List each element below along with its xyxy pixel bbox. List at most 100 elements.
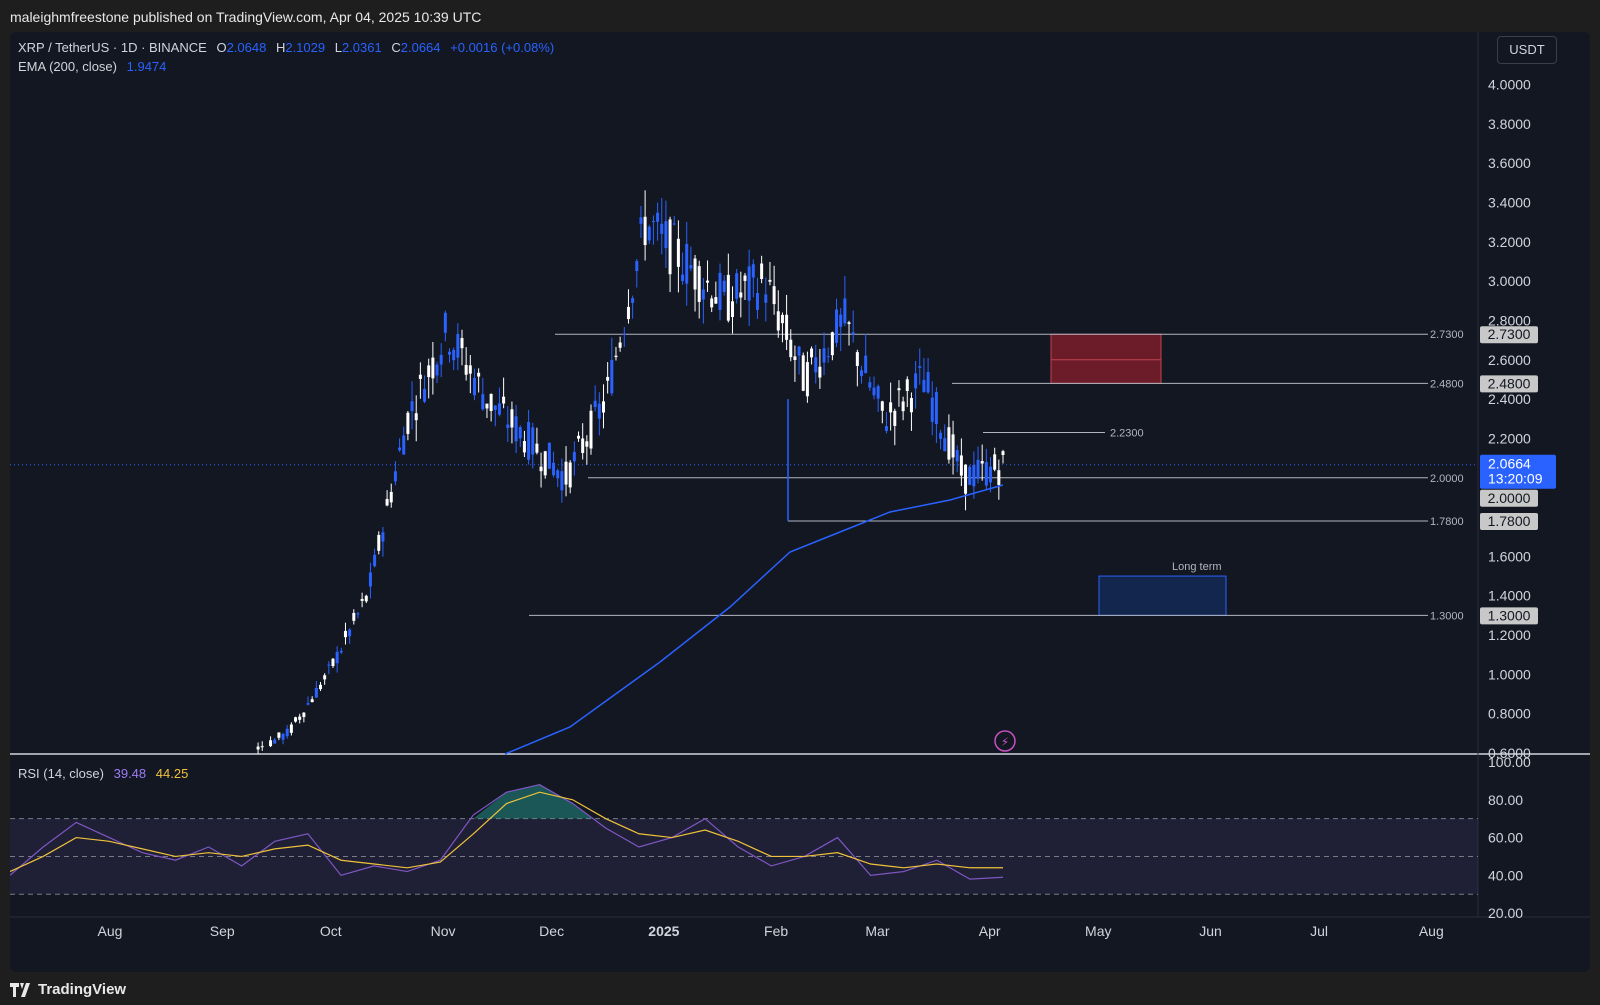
tradingview-logo[interactable]: TradingView bbox=[10, 978, 126, 1002]
rsi-overbought-fill bbox=[473, 784, 593, 819]
candle-body bbox=[418, 374, 422, 379]
candle-body bbox=[423, 388, 427, 402]
candle-body bbox=[718, 272, 722, 310]
time-axis-tick: Mar bbox=[865, 923, 889, 939]
ema-legend: EMA (200, close) 1.9474 bbox=[18, 59, 172, 74]
level-tag: 2.4800 bbox=[1488, 375, 1531, 391]
candle-body bbox=[876, 386, 880, 399]
candle-body bbox=[785, 314, 789, 340]
candle-body bbox=[651, 220, 655, 223]
candle-body bbox=[843, 298, 847, 324]
level-label: 1.7800 bbox=[1430, 516, 1464, 528]
candle-body bbox=[343, 630, 347, 638]
candle-body bbox=[689, 265, 693, 269]
candle-body bbox=[839, 314, 843, 327]
candle-body bbox=[552, 462, 556, 476]
level-tag: 2.7300 bbox=[1488, 326, 1531, 342]
candle-body bbox=[855, 352, 859, 366]
candle-body bbox=[972, 464, 976, 487]
time-axis-tick: Jul bbox=[1310, 923, 1328, 939]
chart-frame[interactable]: 4.0000 3.8000 3.6000 3.4000 3.2000 3.0000 2.80… bbox=[10, 32, 1590, 972]
rsi-axis-tick: 40.00 bbox=[1488, 867, 1523, 883]
candle-body bbox=[477, 372, 481, 377]
level-tag: 2.0000 bbox=[1488, 490, 1531, 506]
candle-body bbox=[984, 462, 988, 486]
candle-body bbox=[269, 740, 273, 747]
candle-body bbox=[302, 712, 306, 717]
candle-body bbox=[289, 724, 293, 733]
candle-body bbox=[789, 339, 793, 358]
candle-body bbox=[468, 365, 472, 374]
candle-body bbox=[398, 447, 402, 451]
candle-body bbox=[764, 294, 768, 303]
candle-body bbox=[539, 466, 543, 472]
candle-body bbox=[406, 412, 410, 434]
candle-body bbox=[352, 612, 356, 621]
level-label: 2.4800 bbox=[1430, 378, 1464, 390]
candle-body bbox=[572, 452, 576, 462]
candle-body bbox=[560, 471, 564, 491]
high-value: 2.1029 bbox=[285, 40, 326, 55]
change-value: +0.0016 (+0.08%) bbox=[450, 40, 555, 55]
ema-line bbox=[504, 484, 1004, 755]
candle-body bbox=[606, 376, 610, 381]
price-axis-tick: 1.2000 bbox=[1488, 627, 1531, 643]
resistance-zone bbox=[1050, 333, 1162, 384]
candle-body bbox=[914, 373, 918, 389]
price-axis-tick: 3.2000 bbox=[1488, 234, 1531, 250]
ema-label[interactable]: EMA (200, close) bbox=[18, 59, 117, 74]
candle-body bbox=[835, 309, 839, 343]
candle-body bbox=[959, 455, 963, 476]
price-axis-tick: 3.4000 bbox=[1488, 195, 1531, 211]
symbol-title[interactable]: XRP / TetherUS · 1D · BINANCE bbox=[18, 40, 207, 55]
candle-body bbox=[710, 298, 714, 308]
candle-body bbox=[522, 441, 526, 453]
level-tag: 1.3000 bbox=[1488, 607, 1531, 623]
long-term-zone bbox=[1098, 575, 1227, 616]
candle-body bbox=[427, 365, 431, 378]
candle-body bbox=[755, 292, 759, 310]
candle-body bbox=[631, 298, 635, 303]
candle-body bbox=[635, 261, 639, 272]
time-axis-tick: Jun bbox=[1199, 923, 1222, 939]
candle-body bbox=[531, 427, 535, 455]
rsi-axis-tick: 60.00 bbox=[1488, 830, 1523, 846]
candle-body bbox=[739, 292, 743, 298]
footer-brand: TradingView bbox=[38, 981, 127, 998]
candle-body bbox=[310, 699, 314, 703]
time-axis-tick: 2025 bbox=[648, 923, 679, 939]
candle-body bbox=[664, 221, 668, 249]
candle-body bbox=[726, 274, 730, 321]
candle-body bbox=[976, 459, 980, 479]
current-price-tag: 2.0664 bbox=[1488, 456, 1531, 472]
candle-body bbox=[922, 379, 926, 393]
candle-body bbox=[989, 466, 993, 483]
currency-button[interactable]: USDT bbox=[1497, 36, 1557, 64]
price-axis-tick: 2.6000 bbox=[1488, 352, 1531, 368]
candle-body bbox=[951, 434, 955, 458]
time-axis-tick: Feb bbox=[764, 923, 788, 939]
lightning-icon: ⚡ bbox=[1001, 735, 1009, 749]
candle-body bbox=[472, 377, 476, 396]
open-value: 2.0648 bbox=[226, 40, 267, 55]
price-axis-tick: 1.6000 bbox=[1488, 548, 1531, 564]
level-label: 2.2300 bbox=[1110, 428, 1144, 440]
candle-body bbox=[435, 364, 439, 376]
rsi-label[interactable]: RSI (14, close) bbox=[18, 766, 104, 781]
candle-body bbox=[389, 491, 393, 503]
candle-body bbox=[547, 442, 551, 469]
candle-body bbox=[681, 274, 685, 281]
candle-body bbox=[730, 301, 734, 318]
low-label: L bbox=[334, 40, 342, 55]
candle-body bbox=[826, 356, 830, 358]
candle-body bbox=[860, 370, 864, 377]
time-axis-tick: Aug bbox=[1419, 923, 1444, 939]
chart-canvas[interactable]: 4.00003.80003.60003.40003.20003.00002.80… bbox=[10, 32, 1590, 972]
candle-body bbox=[535, 443, 539, 453]
time-axis-tick: Aug bbox=[98, 923, 123, 939]
candle-body bbox=[452, 349, 456, 361]
candle-body bbox=[893, 410, 897, 426]
candle-body bbox=[393, 471, 397, 482]
candle-body bbox=[319, 684, 323, 690]
candle-body bbox=[593, 400, 597, 408]
